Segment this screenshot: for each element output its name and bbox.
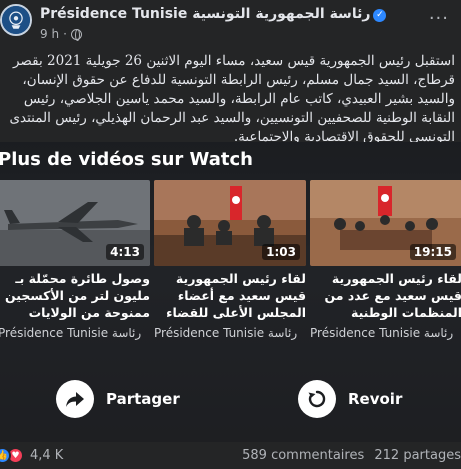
- page-name[interactable]: Présidence Tunisie رئاسة الجمهورية التون…: [40, 6, 387, 22]
- globe-icon: [70, 28, 82, 41]
- share-action[interactable]: Partager: [56, 380, 180, 418]
- video-source[interactable]: Présidence Tunisie رئاسة: [154, 326, 306, 340]
- replay-label[interactable]: Revoir: [348, 390, 402, 408]
- page-name-text[interactable]: Présidence Tunisie رئاسة الجمهورية التون…: [40, 6, 370, 22]
- reactions-summary[interactable]: 👍 ♥ 4,4 K: [0, 447, 63, 464]
- video-card-3[interactable]: 19:15 لقاء رئيس الجمهورية قيس سعيد مع عد…: [310, 180, 461, 340]
- replay-icon[interactable]: [298, 380, 336, 418]
- video-source[interactable]: Présidence Tunisie رئاسة: [310, 326, 461, 340]
- video-source[interactable]: Présidence Tunisie رئاسة: [0, 326, 150, 340]
- comments-count[interactable]: 589 commentaires: [242, 448, 364, 463]
- video-card-1[interactable]: 4:13 وصول طائرة محمّلة بـ مليون لتر من ا…: [0, 180, 150, 340]
- video-thumbnail[interactable]: 1:03: [154, 180, 306, 266]
- reactions-count[interactable]: 4,4 K: [30, 448, 63, 463]
- video-title[interactable]: لقاء رئيس الجمهورية قيس سعيد مع أعضاء ال…: [154, 270, 306, 322]
- shares-count[interactable]: 212 partages: [374, 448, 461, 463]
- share-arrow-icon[interactable]: [56, 380, 94, 418]
- video-title[interactable]: لقاء رئيس الجمهورية قيس سعيد مع عدد من ا…: [310, 270, 461, 322]
- post-text: استقبل رئيس الجمهورية قيس سعيد، مساء الي…: [9, 53, 455, 145]
- video-duration: 1:03: [262, 244, 300, 260]
- post-footer: 👍 ♥ 4,4 K 589 commentaires 212 partages: [0, 442, 461, 469]
- presidency-logo-icon: [2, 6, 30, 34]
- video-thumbnail[interactable]: 4:13: [0, 180, 150, 266]
- engagement-stats: 589 commentaires 212 partages: [242, 448, 461, 463]
- video-thumbnail[interactable]: 19:15: [310, 180, 461, 266]
- video-card-2[interactable]: 1:03 لقاء رئيس الجمهورية قيس سعيد مع أعض…: [154, 180, 306, 340]
- post-time[interactable]: 9 h: [40, 27, 59, 41]
- video-title[interactable]: وصول طائرة محمّلة بـ مليون لتر من الأكسج…: [0, 270, 150, 322]
- post-meta: 9 h ·: [40, 27, 82, 41]
- watch-heading[interactable]: Plus de vidéos sur Watch: [0, 149, 253, 170]
- verified-badge-icon: ✓: [373, 9, 387, 22]
- meta-separator: ·: [63, 27, 67, 41]
- more-options-icon[interactable]: ···: [429, 8, 449, 29]
- video-duration: 4:13: [106, 244, 144, 260]
- post-header: Présidence Tunisie رئاسة الجمهورية التون…: [0, 0, 461, 44]
- watch-suggestions-panel: Plus de vidéos sur Watch 4:13 وصول طائرة…: [0, 142, 461, 442]
- share-label[interactable]: Partager: [106, 390, 180, 408]
- page-avatar[interactable]: [0, 4, 32, 36]
- replay-action[interactable]: Revoir: [298, 380, 402, 418]
- video-duration: 19:15: [409, 244, 456, 260]
